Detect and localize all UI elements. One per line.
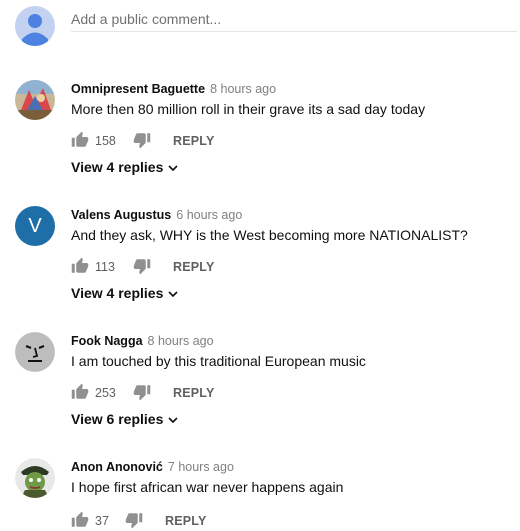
comment-time[interactable]: 8 hours ago	[210, 82, 276, 96]
add-comment-row	[0, 0, 520, 60]
view-replies-button[interactable]: View 4 replies	[71, 285, 179, 301]
comment: Fook Nagga 8 hours ago I am touched by th…	[0, 328, 520, 448]
comment-time[interactable]: 6 hours ago	[176, 208, 242, 222]
comment-meta: Fook Nagga 8 hours ago	[71, 333, 214, 348]
comment: Anon Anonović 7 hours ago I hope first af…	[0, 454, 520, 531]
comment-actions: 113 REPLY	[71, 257, 371, 277]
comment: Omnipresent Baguette 8 hours ago More the…	[0, 76, 520, 196]
user-avatar	[15, 6, 55, 46]
chevron-down-icon	[167, 414, 179, 426]
like-count: 113	[95, 260, 115, 274]
comment-time[interactable]: 8 hours ago	[148, 334, 214, 348]
comment-meta: Valens Augustus 6 hours ago	[71, 207, 242, 222]
avatar[interactable]	[15, 458, 55, 498]
thumbs-up-icon[interactable]	[71, 131, 89, 149]
thumbs-down-icon[interactable]	[133, 131, 151, 149]
thumbs-down-icon[interactable]	[133, 257, 151, 275]
comment-time[interactable]: 7 hours ago	[168, 460, 234, 474]
reply-button[interactable]: REPLY	[165, 514, 207, 528]
reply-button[interactable]: REPLY	[173, 386, 215, 400]
reply-button[interactable]: REPLY	[173, 260, 215, 274]
like-count: 253	[95, 386, 116, 400]
comment-text: I am touched by this traditional Europea…	[71, 353, 366, 369]
comment-actions: 253 REPLY	[71, 383, 371, 403]
thumbs-up-icon[interactable]	[71, 511, 89, 529]
comment-meta: Anon Anonović 7 hours ago	[71, 459, 234, 474]
author-name[interactable]: Valens Augustus	[71, 208, 171, 222]
thumbs-down-icon[interactable]	[125, 511, 143, 529]
reply-button[interactable]: REPLY	[173, 134, 215, 148]
avatar[interactable]: V	[15, 206, 55, 246]
thumbs-up-icon[interactable]	[71, 257, 89, 275]
comment: V Valens Augustus 6 hours ago And they as…	[0, 202, 520, 322]
comment-actions: 158 REPLY	[71, 131, 371, 151]
chevron-down-icon	[167, 162, 179, 174]
comment-input[interactable]	[71, 7, 517, 32]
view-replies-label: View 4 replies	[71, 285, 164, 301]
author-name[interactable]: Anon Anonović	[71, 460, 163, 474]
like-count: 37	[95, 514, 109, 528]
view-replies-button[interactable]: View 4 replies	[71, 159, 179, 175]
comment-meta: Omnipresent Baguette 8 hours ago	[71, 81, 276, 96]
comment-actions: 37 REPLY	[71, 511, 371, 531]
thumbs-up-icon[interactable]	[71, 383, 89, 401]
comment-text: And they ask, WHY is the West becoming m…	[71, 227, 468, 243]
comment-text: More then 80 million roll in their grave…	[71, 101, 426, 117]
view-replies-label: View 4 replies	[71, 159, 164, 175]
avatar[interactable]	[15, 80, 55, 120]
chevron-down-icon	[167, 288, 179, 300]
like-count: 158	[95, 134, 116, 148]
author-name[interactable]: Omnipresent Baguette	[71, 82, 205, 96]
comment-text: I hope first african war never happens a…	[71, 479, 344, 495]
view-replies-label: View 6 replies	[71, 411, 164, 427]
thumbs-down-icon[interactable]	[133, 383, 151, 401]
view-replies-button[interactable]: View 6 replies	[71, 411, 179, 427]
avatar[interactable]	[15, 332, 55, 372]
author-name[interactable]: Fook Nagga	[71, 334, 143, 348]
